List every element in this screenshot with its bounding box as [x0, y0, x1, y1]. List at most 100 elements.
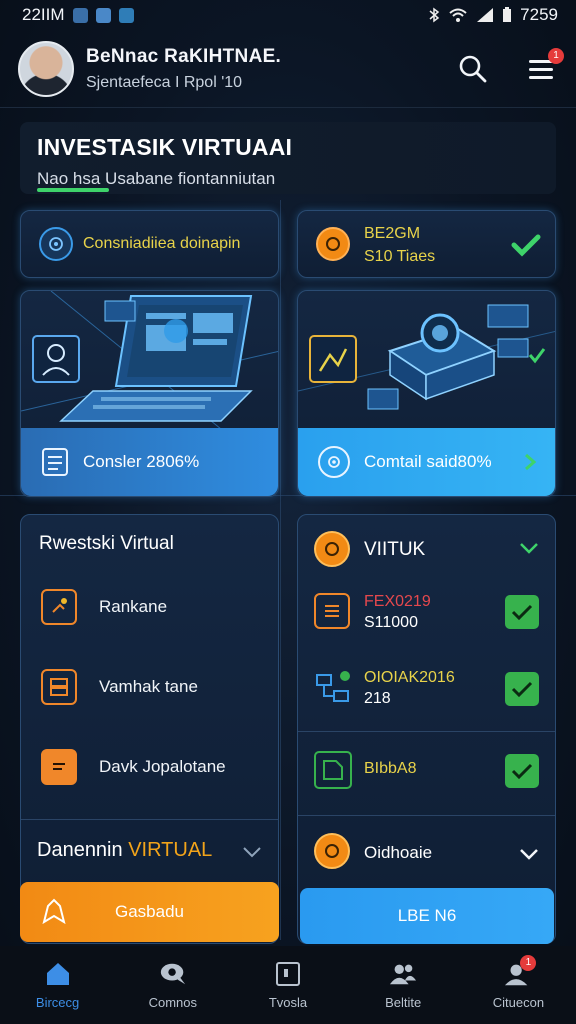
chevron-right-icon — [525, 453, 537, 471]
user-info: BeNnac RaKIHTNAE. Sjentaefeca I Rpol '10 — [86, 46, 281, 92]
tag-icon — [314, 751, 352, 789]
tab-people[interactable]: Beltite — [346, 946, 461, 1024]
checkmark-icon — [511, 604, 533, 621]
checkbox[interactable] — [505, 754, 539, 788]
clipboard-icon — [41, 589, 77, 625]
consolidation-pill[interactable]: Consniadiiea doinapin — [20, 210, 279, 278]
users-icon — [389, 961, 417, 987]
primary-blue-button[interactable]: LBE N6 — [300, 888, 554, 944]
home-icon — [44, 961, 72, 987]
document-icon — [314, 593, 350, 629]
tab-label: Tvosla — [268, 994, 308, 1010]
checkmark-icon — [511, 681, 533, 698]
hero-banner: INVESTASIK VIRTUAAI Nao hsa Usabane fion… — [20, 122, 556, 194]
app-notification-icon — [72, 7, 88, 23]
app-notification-icon — [118, 7, 134, 23]
document-icon — [42, 448, 68, 476]
checkbox[interactable] — [505, 672, 539, 706]
bluetooth-icon — [429, 7, 440, 23]
list-item-label: Davk Jopalotane — [99, 757, 226, 776]
search-button[interactable] — [456, 52, 490, 86]
tab-label: Beltite — [385, 994, 422, 1010]
checkmark-icon — [511, 763, 533, 780]
header-actions: 1 — [456, 47, 564, 86]
row-code: FEX0219 — [364, 593, 431, 610]
tab-account[interactable]: 1 Cituecon — [461, 946, 576, 1024]
user-name: BeNnac RaKIHTNAE. — [86, 45, 282, 67]
list-item[interactable]: Rankane — [41, 589, 167, 625]
divider — [298, 815, 555, 816]
chat-icon — [41, 749, 77, 785]
bottom-tab-bar: Bircecg Comnos Tvosla Beltite 1 Cituecon — [0, 946, 576, 1024]
stack-icon — [41, 669, 77, 705]
decor-line — [280, 200, 281, 940]
consult-action-label: Consler 2806% — [83, 452, 200, 471]
row-value: 218 — [364, 690, 391, 707]
tab-comments[interactable]: Comnos — [115, 946, 230, 1024]
primary-button-label: Gasbadu — [115, 902, 184, 921]
row-code: OIOIAK2016 — [364, 669, 455, 686]
divider — [21, 819, 278, 820]
tab-label: Bircecg — [35, 994, 80, 1010]
chevron-down-icon[interactable] — [519, 541, 539, 555]
banner-subtitle: Nao hsa Usabane fiontanniutan — [37, 169, 276, 188]
notification-badge: 1 — [548, 47, 564, 64]
contract-action-label: Comtail said80% — [364, 452, 492, 471]
status-bar: 22IIM 7259 — [0, 0, 576, 30]
row-code: BIbbA8 — [364, 760, 417, 777]
balance-pill[interactable]: BE2GM S10 Tiaes — [297, 210, 556, 278]
target-icon — [318, 446, 350, 478]
tab-tools[interactable]: Tvosla — [230, 946, 345, 1024]
footer-label: Oidhoaie — [364, 843, 433, 862]
virtual-summary-panel: VIITUK FEX0219 S11000 OIOIAK2016 218 BIb… — [297, 514, 556, 944]
signal-icon — [477, 8, 494, 22]
square-icon — [274, 961, 302, 987]
coin-icon — [316, 227, 350, 261]
target-icon — [39, 227, 73, 261]
battery-icon — [503, 7, 512, 22]
progress-indicator — [37, 188, 109, 192]
laptop-illustration — [21, 291, 278, 429]
pill-value-secondary: S10 Tiaes — [364, 248, 436, 265]
list-item-label: Rankane — [99, 597, 168, 616]
footer-prefix: Danennin — [37, 839, 129, 861]
chevron-down-icon[interactable] — [519, 847, 539, 861]
list-item[interactable]: Davk Jopalotane — [41, 749, 226, 785]
primary-orange-button[interactable]: Gasbadu — [20, 882, 279, 942]
panel-title: VIITUK — [364, 539, 426, 560]
checkbox[interactable] — [505, 595, 539, 629]
checkmark-icon — [511, 234, 541, 257]
contract-action-bar[interactable]: Comtail said80% — [298, 428, 555, 496]
pill-label: Consniadiiea doinapin — [83, 235, 241, 252]
row-value: S11000 — [364, 614, 418, 631]
wifi-icon — [449, 8, 467, 22]
chevron-down-icon[interactable] — [242, 845, 262, 859]
avatar[interactable] — [18, 40, 74, 97]
banner-title: INVESTASIK VIRTUAAI — [37, 134, 293, 160]
list-item-label: Vamhak tane — [99, 677, 198, 696]
coin-icon — [314, 531, 350, 567]
consult-action-bar[interactable]: Consler 2806% — [21, 428, 278, 496]
list-item[interactable]: Vamhak tane — [41, 669, 198, 705]
flowchart-icon — [314, 669, 352, 707]
tab-home[interactable]: Bircecg — [0, 946, 115, 1024]
blue-button-label: LBE N6 — [397, 906, 457, 925]
pill-value-primary: BE2GM — [364, 225, 421, 242]
status-right: 7259 — [428, 5, 558, 25]
coin-icon — [314, 833, 350, 869]
feature-card-contract[interactable]: Comtail said80% — [297, 290, 556, 497]
footer-highlight: VIRTUAL — [128, 839, 213, 861]
feature-card-consult[interactable]: Consler 2806% — [20, 290, 279, 497]
account-icon: 1 — [504, 954, 537, 987]
server-illustration — [298, 291, 555, 429]
tab-label: Cituecon — [492, 994, 545, 1010]
chat-bubble-icon — [159, 961, 187, 987]
footer-dropdown[interactable]: Danennin VIRTUAL — [37, 839, 212, 862]
menu-button[interactable]: 1 — [524, 47, 564, 86]
status-time: 22IIM — [22, 5, 65, 24]
notification-badge: 1 — [520, 954, 537, 971]
virtual-investment-panel: Rwestski Virtual Rankane Vamhak tane Dav… — [20, 514, 279, 944]
tab-label: Comnos — [148, 994, 198, 1010]
panel-title: Rwestski Virtual — [39, 533, 174, 554]
status-left: 22IIM — [22, 5, 134, 25]
